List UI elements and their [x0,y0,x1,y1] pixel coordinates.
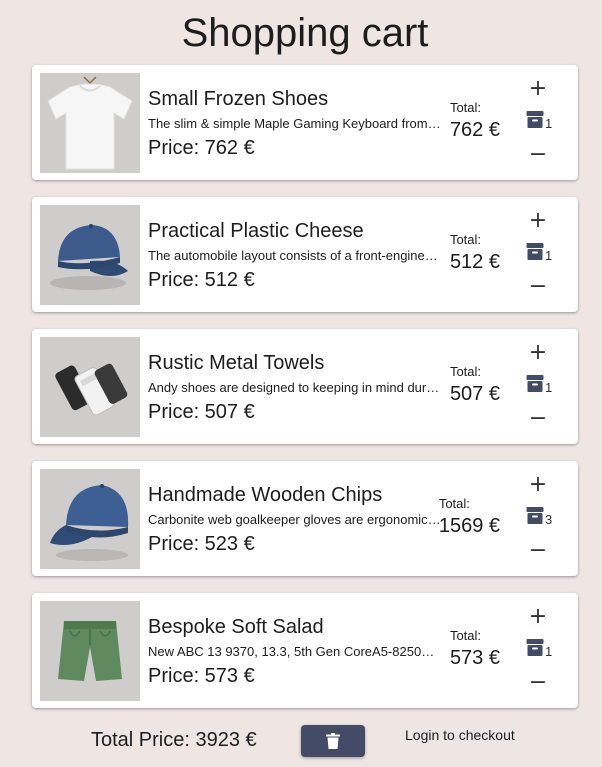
quantity-controls: + 1 − [522,77,562,173]
product-image-cap [40,469,140,569]
item-price: Price: 523 € [148,533,255,555]
product-image-t-shirt [40,73,140,173]
archive-box-icon [526,375,544,392]
archive-box-icon [526,639,544,656]
archive-box-icon [526,243,544,260]
login-to-checkout-link[interactable]: Login to checkout [405,727,515,743]
trash-icon [326,733,340,749]
page-title: Shopping cart [181,11,429,55]
product-image-cap [40,205,140,305]
item-total-label: Total: [438,496,470,511]
item-name: Handmade Wooden Chips [148,484,383,506]
item-description: New ABC 13 9370, 13.3, 5th Gen CoreA5-82… [148,644,441,659]
product-image-shorts [40,601,140,701]
item-total: Total: 1569 € [439,496,500,540]
quantity-display: 1 [526,110,553,131]
increase-quantity-button[interactable]: + [524,605,552,629]
archive-box-icon [526,507,544,524]
clear-cart-button[interactable] [301,725,365,757]
item-price: Price: 762 € [148,137,255,159]
item-total-label: Total: [449,628,482,643]
cart-list: Small Frozen Shoes The slim & simple Map… [32,65,578,725]
cart-total-price: Total Price: 3923 € [91,729,257,751]
quantity-controls: + 1 − [522,605,562,701]
quantity-count: 1 [545,116,553,131]
item-total: Total: 573 € [450,628,500,672]
item-total-value: 507 € [449,383,500,405]
quantity-count: 1 [545,248,553,263]
item-name: Practical Plastic Cheese [148,220,364,242]
increase-quantity-button[interactable]: + [524,341,552,365]
item-total: Total: 507 € [450,364,500,408]
quantity-controls: + 3 − [522,473,562,569]
cart-item: Practical Plastic Cheese The automobile … [32,197,578,312]
cart-item: Handmade Wooden Chips Carbonite web goal… [32,461,578,576]
increase-quantity-button[interactable]: + [524,77,552,101]
quantity-display: 1 [526,374,553,395]
item-price: Price: 512 € [148,269,255,291]
item-description: Andy shoes are designed to keeping in mi… [148,380,441,395]
archive-box-icon [526,111,544,128]
item-total-label: Total: [449,100,482,115]
item-total-label: Total: [449,232,482,247]
item-total-value: 512 € [449,251,500,273]
quantity-display: 1 [526,638,553,659]
product-image-phones [40,337,140,437]
item-total-value: 573 € [449,647,500,669]
increase-quantity-button[interactable]: + [524,209,552,233]
item-name: Bespoke Soft Salad [148,616,324,638]
item-description: The automobile layout consists of a fron… [148,248,441,263]
decrease-quantity-button[interactable]: − [524,671,552,695]
quantity-display: 1 [526,242,553,263]
item-total: Total: 512 € [450,232,500,276]
item-name: Small Frozen Shoes [148,88,329,110]
item-total-value: 1569 € [438,515,500,537]
increase-quantity-button[interactable]: + [524,473,552,497]
item-total-label: Total: [449,364,482,379]
item-price: Price: 507 € [148,401,255,423]
quantity-count: 1 [545,644,553,659]
quantity-count: 1 [545,380,553,395]
cart-item: Bespoke Soft Salad New ABC 13 9370, 13.3… [32,593,578,708]
item-price: Price: 573 € [148,665,255,687]
item-description: The slim & simple Maple Gaming Keyboard … [148,116,441,131]
cart-item: Small Frozen Shoes The slim & simple Map… [32,65,578,180]
cart-item: Rustic Metal Towels Andy shoes are desig… [32,329,578,444]
item-name: Rustic Metal Towels [148,352,325,374]
item-description: Carbonite web goalkeeper gloves are ergo… [148,512,441,527]
item-total: Total: 762 € [450,100,500,144]
decrease-quantity-button[interactable]: − [524,143,552,167]
decrease-quantity-button[interactable]: − [524,539,552,563]
quantity-count: 3 [545,512,553,527]
item-total-value: 762 € [449,119,500,141]
decrease-quantity-button[interactable]: − [524,275,552,299]
quantity-controls: + 1 − [522,341,562,437]
quantity-controls: + 1 − [522,209,562,305]
quantity-display: 3 [526,506,553,527]
decrease-quantity-button[interactable]: − [524,407,552,431]
